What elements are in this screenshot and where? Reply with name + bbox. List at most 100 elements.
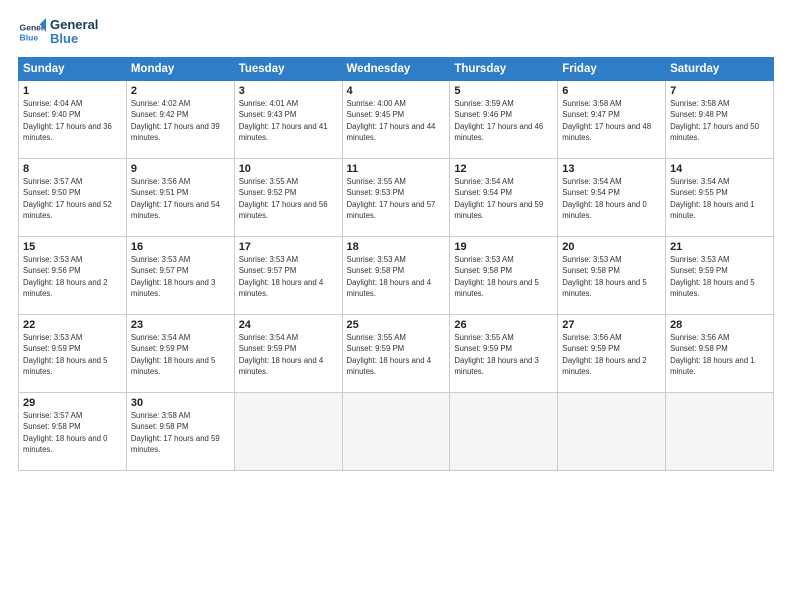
weekday-header: Tuesday [234, 57, 342, 80]
calendar-cell: 21 Sunrise: 3:53 AMSunset: 9:59 PMDaylig… [666, 236, 774, 314]
calendar-cell: 18 Sunrise: 3:53 AMSunset: 9:58 PMDaylig… [342, 236, 450, 314]
day-number: 5 [454, 85, 553, 97]
header: General Blue General Blue [18, 18, 774, 47]
day-number: 24 [239, 319, 338, 331]
day-info: Sunrise: 3:54 AMSunset: 9:54 PMDaylight:… [562, 177, 647, 221]
day-info: Sunrise: 3:53 AMSunset: 9:59 PMDaylight:… [23, 333, 108, 377]
calendar-cell: 22 Sunrise: 3:53 AMSunset: 9:59 PMDaylig… [19, 314, 127, 392]
day-number: 7 [670, 85, 769, 97]
day-info: Sunrise: 3:53 AMSunset: 9:58 PMDaylight:… [562, 255, 647, 299]
logo-blue: Blue [50, 32, 98, 46]
day-number: 6 [562, 85, 661, 97]
calendar-table: SundayMondayTuesdayWednesdayThursdayFrid… [18, 57, 774, 471]
calendar-cell: 2 Sunrise: 4:02 AMSunset: 9:42 PMDayligh… [126, 80, 234, 158]
calendar-cell: 5 Sunrise: 3:59 AMSunset: 9:46 PMDayligh… [450, 80, 558, 158]
day-number: 28 [670, 319, 769, 331]
calendar-cell: 7 Sunrise: 3:58 AMSunset: 9:48 PMDayligh… [666, 80, 774, 158]
weekday-header: Thursday [450, 57, 558, 80]
day-info: Sunrise: 3:53 AMSunset: 9:57 PMDaylight:… [131, 255, 216, 299]
calendar-cell: 3 Sunrise: 4:01 AMSunset: 9:43 PMDayligh… [234, 80, 342, 158]
day-number: 21 [670, 241, 769, 253]
calendar-page: General Blue General Blue SundayMondayTu… [0, 0, 792, 612]
weekday-header: Wednesday [342, 57, 450, 80]
day-number: 27 [562, 319, 661, 331]
calendar-cell: 17 Sunrise: 3:53 AMSunset: 9:57 PMDaylig… [234, 236, 342, 314]
day-number: 10 [239, 163, 338, 175]
calendar-cell: 6 Sunrise: 3:58 AMSunset: 9:47 PMDayligh… [558, 80, 666, 158]
day-info: Sunrise: 3:59 AMSunset: 9:46 PMDaylight:… [454, 99, 543, 143]
logo-general: General [50, 18, 98, 32]
calendar-cell: 20 Sunrise: 3:53 AMSunset: 9:58 PMDaylig… [558, 236, 666, 314]
day-info: Sunrise: 3:53 AMSunset: 9:58 PMDaylight:… [347, 255, 432, 299]
day-number: 17 [239, 241, 338, 253]
day-info: Sunrise: 3:58 AMSunset: 9:58 PMDaylight:… [131, 411, 220, 455]
day-number: 3 [239, 85, 338, 97]
day-number: 4 [347, 85, 446, 97]
day-number: 1 [23, 85, 122, 97]
day-number: 29 [23, 397, 122, 409]
day-info: Sunrise: 3:55 AMSunset: 9:59 PMDaylight:… [347, 333, 432, 377]
day-info: Sunrise: 3:56 AMSunset: 9:51 PMDaylight:… [131, 177, 220, 221]
day-info: Sunrise: 3:58 AMSunset: 9:47 PMDaylight:… [562, 99, 651, 143]
calendar-cell: 27 Sunrise: 3:56 AMSunset: 9:59 PMDaylig… [558, 314, 666, 392]
day-info: Sunrise: 3:55 AMSunset: 9:59 PMDaylight:… [454, 333, 539, 377]
day-info: Sunrise: 3:54 AMSunset: 9:54 PMDaylight:… [454, 177, 543, 221]
day-number: 16 [131, 241, 230, 253]
calendar-cell [342, 392, 450, 470]
day-info: Sunrise: 3:55 AMSunset: 9:52 PMDaylight:… [239, 177, 328, 221]
day-info: Sunrise: 3:53 AMSunset: 9:58 PMDaylight:… [454, 255, 539, 299]
day-info: Sunrise: 3:57 AMSunset: 9:58 PMDaylight:… [23, 411, 108, 455]
day-info: Sunrise: 3:53 AMSunset: 9:59 PMDaylight:… [670, 255, 755, 299]
day-info: Sunrise: 3:54 AMSunset: 9:55 PMDaylight:… [670, 177, 755, 221]
day-number: 9 [131, 163, 230, 175]
calendar-cell: 24 Sunrise: 3:54 AMSunset: 9:59 PMDaylig… [234, 314, 342, 392]
weekday-header: Friday [558, 57, 666, 80]
calendar-cell: 12 Sunrise: 3:54 AMSunset: 9:54 PMDaylig… [450, 158, 558, 236]
day-info: Sunrise: 3:54 AMSunset: 9:59 PMDaylight:… [131, 333, 216, 377]
day-info: Sunrise: 3:54 AMSunset: 9:59 PMDaylight:… [239, 333, 324, 377]
day-number: 12 [454, 163, 553, 175]
calendar-cell: 19 Sunrise: 3:53 AMSunset: 9:58 PMDaylig… [450, 236, 558, 314]
calendar-cell: 28 Sunrise: 3:56 AMSunset: 9:58 PMDaylig… [666, 314, 774, 392]
day-info: Sunrise: 4:04 AMSunset: 9:40 PMDaylight:… [23, 99, 112, 143]
calendar-cell [234, 392, 342, 470]
day-info: Sunrise: 3:53 AMSunset: 9:57 PMDaylight:… [239, 255, 324, 299]
calendar-cell: 9 Sunrise: 3:56 AMSunset: 9:51 PMDayligh… [126, 158, 234, 236]
calendar-cell: 30 Sunrise: 3:58 AMSunset: 9:58 PMDaylig… [126, 392, 234, 470]
calendar-cell: 1 Sunrise: 4:04 AMSunset: 9:40 PMDayligh… [19, 80, 127, 158]
logo: General Blue General Blue [18, 18, 98, 47]
day-number: 19 [454, 241, 553, 253]
day-info: Sunrise: 4:01 AMSunset: 9:43 PMDaylight:… [239, 99, 328, 143]
day-number: 18 [347, 241, 446, 253]
calendar-cell: 11 Sunrise: 3:55 AMSunset: 9:53 PMDaylig… [342, 158, 450, 236]
calendar-cell: 16 Sunrise: 3:53 AMSunset: 9:57 PMDaylig… [126, 236, 234, 314]
calendar-cell: 10 Sunrise: 3:55 AMSunset: 9:52 PMDaylig… [234, 158, 342, 236]
day-number: 22 [23, 319, 122, 331]
calendar-cell [450, 392, 558, 470]
weekday-header: Monday [126, 57, 234, 80]
day-number: 23 [131, 319, 230, 331]
calendar-cell: 13 Sunrise: 3:54 AMSunset: 9:54 PMDaylig… [558, 158, 666, 236]
day-info: Sunrise: 3:57 AMSunset: 9:50 PMDaylight:… [23, 177, 112, 221]
day-number: 30 [131, 397, 230, 409]
day-info: Sunrise: 3:56 AMSunset: 9:59 PMDaylight:… [562, 333, 647, 377]
calendar-cell: 29 Sunrise: 3:57 AMSunset: 9:58 PMDaylig… [19, 392, 127, 470]
day-info: Sunrise: 3:53 AMSunset: 9:56 PMDaylight:… [23, 255, 108, 299]
calendar-cell: 15 Sunrise: 3:53 AMSunset: 9:56 PMDaylig… [19, 236, 127, 314]
calendar-cell: 14 Sunrise: 3:54 AMSunset: 9:55 PMDaylig… [666, 158, 774, 236]
weekday-header: Sunday [19, 57, 127, 80]
calendar-cell [666, 392, 774, 470]
day-info: Sunrise: 3:58 AMSunset: 9:48 PMDaylight:… [670, 99, 759, 143]
day-info: Sunrise: 3:56 AMSunset: 9:58 PMDaylight:… [670, 333, 755, 377]
svg-text:Blue: Blue [20, 33, 39, 43]
logo-icon: General Blue [18, 18, 46, 46]
day-number: 25 [347, 319, 446, 331]
day-number: 8 [23, 163, 122, 175]
day-number: 13 [562, 163, 661, 175]
day-number: 15 [23, 241, 122, 253]
calendar-cell: 8 Sunrise: 3:57 AMSunset: 9:50 PMDayligh… [19, 158, 127, 236]
day-number: 20 [562, 241, 661, 253]
calendar-cell: 26 Sunrise: 3:55 AMSunset: 9:59 PMDaylig… [450, 314, 558, 392]
day-info: Sunrise: 3:55 AMSunset: 9:53 PMDaylight:… [347, 177, 436, 221]
day-number: 11 [347, 163, 446, 175]
